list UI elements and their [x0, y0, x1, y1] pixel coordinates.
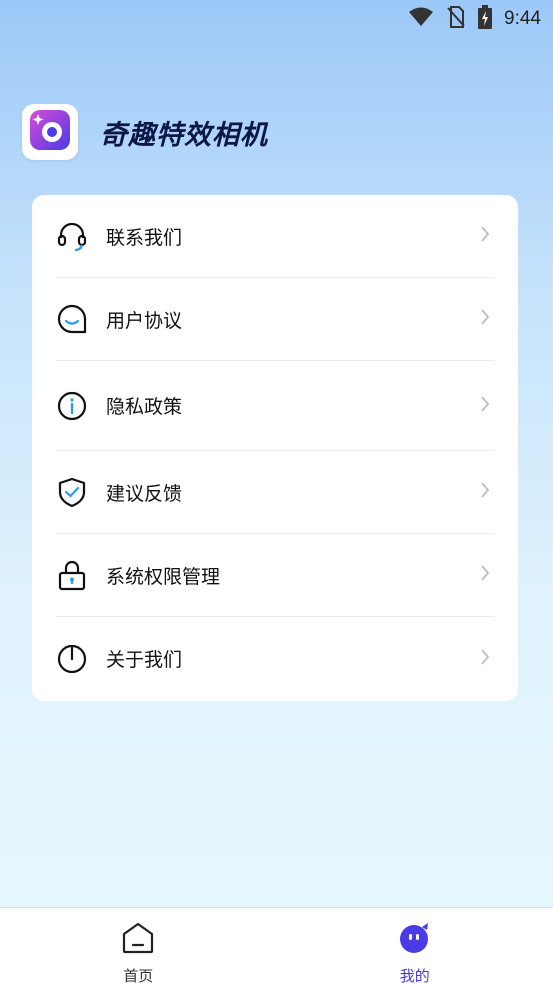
- headset-icon: [56, 220, 88, 252]
- chevron-right-icon: [480, 308, 490, 330]
- camera-lens-icon: [28, 108, 72, 156]
- settings-menu-card: 联系我们 用户协议 隐私政策 建议反馈 系统权限管理 关于我们: [32, 195, 518, 701]
- menu-item-permissions[interactable]: 系统权限管理: [56, 534, 494, 617]
- profile-face-icon: [398, 921, 432, 959]
- menu-item-feedback[interactable]: 建议反馈: [56, 451, 494, 534]
- tab-label: 我的: [399, 967, 430, 983]
- power-icon: [56, 643, 88, 675]
- battery-charging-icon: [478, 5, 493, 33]
- lock-icon: [56, 559, 88, 591]
- chevron-right-icon: [480, 564, 490, 586]
- no-sim-icon: [446, 6, 466, 32]
- tab-profile[interactable]: 我的: [277, 908, 553, 983]
- chevron-right-icon: [480, 395, 490, 417]
- status-bar: 9:44: [0, 0, 553, 38]
- menu-item-label: 联系我们: [106, 226, 183, 249]
- wifi-icon: [408, 7, 434, 31]
- menu-item-privacy-policy[interactable]: 隐私政策: [56, 361, 494, 451]
- info-icon: [56, 390, 88, 422]
- bottom-tab-bar: 首页 我的: [0, 907, 553, 983]
- chevron-right-icon: [480, 225, 490, 247]
- menu-item-about-us[interactable]: 关于我们: [56, 617, 494, 700]
- chevron-right-icon: [480, 648, 490, 670]
- menu-item-label: 隐私政策: [106, 396, 183, 418]
- shield-check-icon: [56, 476, 88, 508]
- home-icon: [121, 921, 155, 959]
- menu-item-user-agreement[interactable]: 用户协议: [56, 278, 494, 361]
- menu-item-label: 关于我们: [106, 649, 183, 671]
- tab-label: 首页: [123, 967, 154, 983]
- chat-bubble-icon: [56, 303, 88, 335]
- menu-item-label: 用户协议: [106, 309, 183, 332]
- menu-item-contact-us[interactable]: 联系我们: [56, 195, 494, 278]
- chevron-right-icon: [480, 481, 490, 503]
- tab-home[interactable]: 首页: [0, 908, 277, 983]
- app-header: 奇趣特效相机: [22, 104, 268, 160]
- app-title: 奇趣特效相机: [100, 119, 268, 151]
- menu-item-label: 建议反馈: [106, 482, 183, 505]
- app-logo: [22, 104, 78, 160]
- menu-item-label: 系统权限管理: [106, 565, 221, 588]
- status-time: 9:44: [504, 8, 541, 29]
